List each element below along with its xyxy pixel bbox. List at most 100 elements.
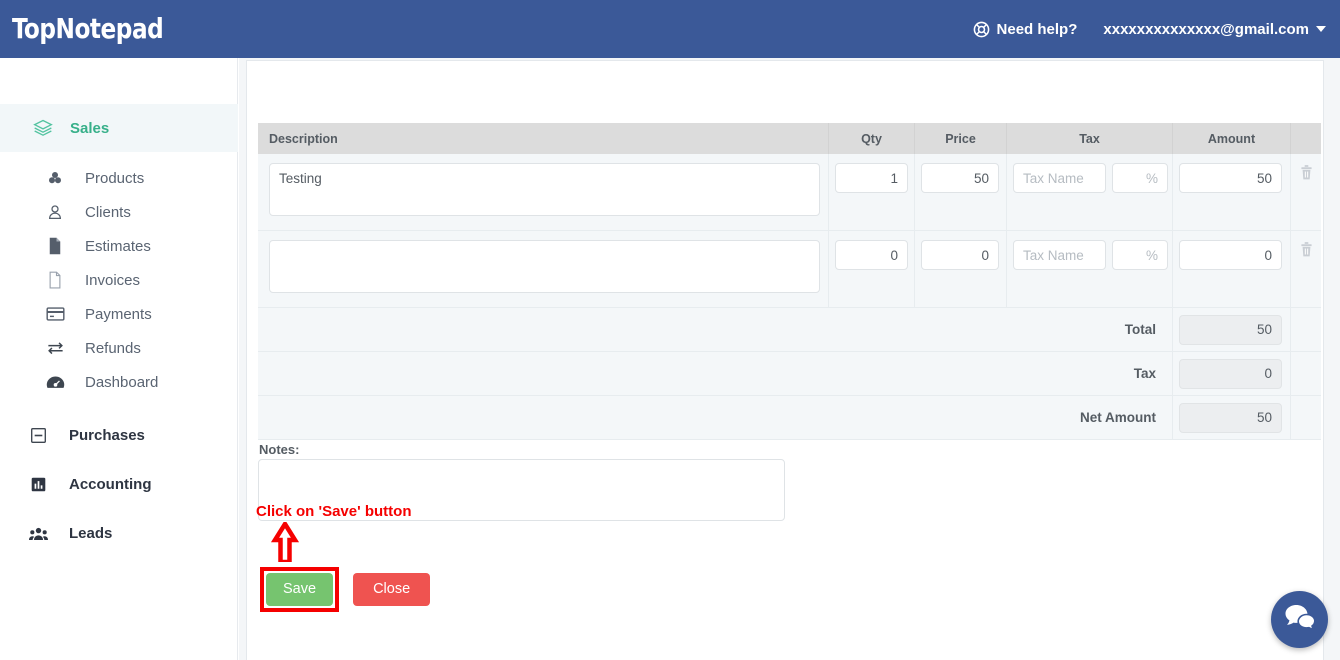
chat-bubbles-icon	[1285, 604, 1316, 635]
user-account-menu[interactable]: xxxxxxxxxxxxxx@gmail.com	[1103, 21, 1326, 38]
sidebar-group-purchases[interactable]: Purchases	[0, 411, 237, 460]
need-help-link[interactable]: Need help?	[973, 20, 1078, 38]
sidebar-item-dashboard[interactable]: Dashboard	[0, 365, 237, 399]
totals-row-total: Total	[258, 307, 1321, 352]
sidebar-item-invoices[interactable]: Invoices	[0, 263, 237, 297]
chat-widget-button[interactable]	[1271, 591, 1328, 648]
brand-logo[interactable]: TopNotepad	[12, 12, 164, 45]
save-button[interactable]: Save	[266, 573, 334, 606]
net-amount-value	[1179, 402, 1282, 433]
price-input-row-1[interactable]	[921, 163, 999, 193]
cell-price	[914, 154, 1006, 230]
sidebar-item-products-label: Products	[85, 169, 145, 187]
tax-total-label: Tax	[1133, 366, 1156, 381]
column-header-tax: Tax	[1006, 123, 1172, 154]
tax-name-input-row-2[interactable]	[1013, 240, 1106, 270]
sidebar-group-accounting-label: Accounting	[69, 476, 152, 493]
net-amount-label: Net Amount	[1080, 410, 1156, 425]
top-header-bar: TopNotepad Need help? xxxxxxxxxxxxxx@gma…	[0, 0, 1340, 58]
invoice-form-card: + Description Qty Price Tax Amount Testi…	[246, 60, 1324, 660]
column-header-qty: Qty	[828, 123, 914, 154]
sidebar-item-invoices-label: Invoices	[85, 271, 141, 289]
form-action-buttons: Save Close	[260, 567, 431, 612]
sidebar-item-products[interactable]: Products	[0, 161, 237, 195]
tax-total-value	[1179, 358, 1282, 389]
sidebar-item-payments[interactable]: Payments	[0, 297, 237, 331]
brand-logo-notepad: Notepad	[55, 12, 164, 45]
qty-input-row-2[interactable]	[835, 240, 908, 270]
totals-row-tail	[1290, 307, 1321, 352]
sidebar-item-estimates-label: Estimates	[85, 237, 151, 255]
net-amount-field	[1172, 395, 1290, 440]
credit-card-icon	[44, 306, 66, 322]
trash-icon[interactable]	[1300, 165, 1313, 180]
exchange-icon	[44, 340, 66, 356]
save-button-highlight: Save	[260, 567, 340, 612]
sidebar-item-clients-label: Clients	[85, 203, 131, 221]
sidebar-group-leads[interactable]: Leads	[0, 509, 237, 558]
table-header-row: Description Qty Price Tax Amount	[258, 123, 1321, 154]
close-button[interactable]: Close	[353, 573, 431, 606]
trash-icon[interactable]	[1300, 242, 1313, 257]
need-help-label: Need help?	[996, 20, 1078, 38]
cell-delete	[1290, 154, 1321, 230]
column-header-delete	[1290, 123, 1321, 154]
sidebar-content-gap	[239, 58, 246, 660]
qty-input-row-1[interactable]	[835, 163, 908, 193]
dashboard-icon	[44, 374, 66, 390]
user-icon	[44, 203, 66, 221]
tax-name-input-row-1[interactable]	[1013, 163, 1106, 193]
column-header-amount: Amount	[1172, 123, 1290, 154]
users-icon	[27, 526, 49, 542]
sidebar-item-clients[interactable]: Clients	[0, 195, 237, 229]
cell-description	[258, 231, 828, 307]
sidebar-section-sales[interactable]: Sales	[0, 104, 238, 152]
description-input-row-1[interactable]: Testing	[269, 163, 820, 216]
total-field	[1172, 307, 1290, 352]
description-input-row-2[interactable]	[269, 240, 820, 293]
column-header-description: Description	[269, 131, 338, 146]
cell-qty	[828, 231, 914, 307]
content-area: + Description Qty Price Tax Amount Testi…	[246, 58, 1340, 660]
sidebar-group-leads-label: Leads	[69, 525, 113, 542]
file-filled-icon	[44, 237, 66, 255]
cubes-icon	[44, 169, 66, 187]
totals-row-tail	[1290, 395, 1321, 440]
amount-input-row-1[interactable]	[1179, 163, 1282, 193]
header-right-group: Need help? xxxxxxxxxxxxxx@gmail.com	[973, 21, 1326, 38]
price-input-row-2[interactable]	[921, 240, 999, 270]
totals-row-net-amount: Net Amount	[258, 395, 1321, 440]
tax-percent-input-row-2[interactable]	[1112, 240, 1168, 270]
cell-amount	[1172, 231, 1290, 307]
cell-qty	[828, 154, 914, 230]
sidebar-item-refunds[interactable]: Refunds	[0, 331, 237, 365]
cell-price	[914, 231, 1006, 307]
total-value	[1179, 314, 1282, 345]
annotation-text: Click on 'Save' button	[256, 503, 412, 520]
minus-square-icon	[27, 427, 49, 444]
tax-total-field	[1172, 351, 1290, 396]
total-label: Total	[1124, 322, 1156, 337]
sidebar-item-dashboard-label: Dashboard	[85, 373, 159, 391]
sidebar: Sales Products Clients Estimates Invoice…	[0, 58, 238, 660]
sidebar-group-accounting[interactable]: Accounting	[0, 460, 237, 509]
app-page: TopNotepad Need help? xxxxxxxxxxxxxx@gma…	[0, 0, 1340, 660]
chevron-down-icon	[1316, 26, 1326, 32]
sidebar-section-sales-label: Sales	[70, 119, 110, 137]
sidebar-item-payments-label: Payments	[85, 305, 152, 323]
tax-percent-input-row-1[interactable]	[1112, 163, 1168, 193]
sidebar-item-estimates[interactable]: Estimates	[0, 229, 237, 263]
file-outline-icon	[44, 271, 66, 289]
totals-row-tail	[1290, 351, 1321, 396]
amount-input-row-2[interactable]	[1179, 240, 1282, 270]
brand-logo-top: Top	[12, 12, 56, 45]
cell-description: Testing	[258, 154, 828, 230]
sidebar-group-purchases-label: Purchases	[69, 427, 145, 444]
bar-chart-icon	[27, 476, 49, 493]
layers-icon	[33, 118, 53, 138]
up-arrow-icon	[270, 519, 300, 565]
totals-row-tax: Tax	[258, 351, 1321, 396]
table-row	[258, 231, 1321, 308]
cell-tax	[1006, 154, 1172, 230]
sidebar-item-refunds-label: Refunds	[85, 339, 141, 357]
